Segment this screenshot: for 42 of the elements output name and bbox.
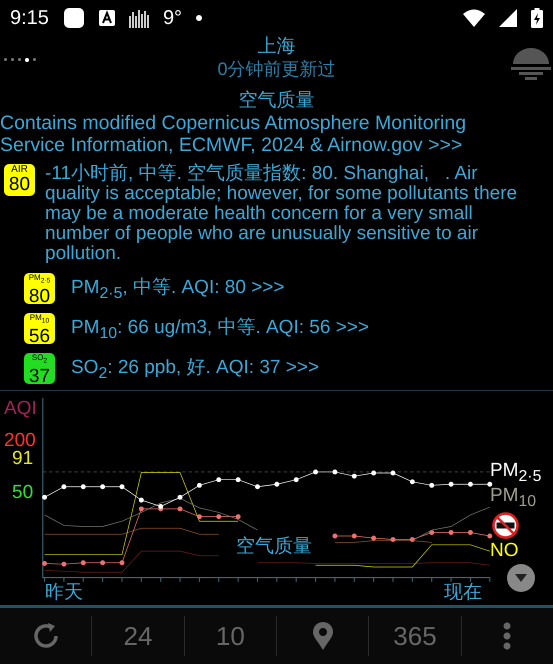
app-square-icon	[62, 7, 85, 29]
legend-label: PM$_{2·5}$	[490, 461, 542, 487]
axis-title: AQI	[4, 399, 37, 419]
attribution-link[interactable]: Contains modified Copernicus Atmosphere Monitoring Service Information, ECMWF, 2024 & Airnow.gov >>>	[0, 112, 535, 156]
no-ads-icon[interactable]	[492, 512, 519, 539]
aqi-badge: SO$_{2}$ 37	[24, 353, 55, 384]
bars-icon	[128, 8, 149, 28]
battery-icon	[531, 8, 543, 28]
axis-label: 现在	[444, 581, 482, 605]
dropdown-button[interactable]	[507, 564, 535, 592]
pollutant-link[interactable]: SO$_{2}$: 26 ppb, 好. AQI: 37 >>>	[71, 354, 320, 383]
clock: 9:15	[10, 6, 49, 30]
aqi-badge: PM$_{10}$ 56	[24, 313, 55, 344]
legend-label: NO	[490, 541, 518, 561]
city-name: 上海	[258, 36, 296, 58]
fog-sun-icon	[511, 46, 551, 80]
page-dot[interactable]	[18, 58, 21, 61]
more-icon	[503, 622, 512, 650]
page-dot[interactable]	[4, 58, 7, 61]
temperature: 9°	[162, 6, 182, 30]
caret-icon	[515, 574, 527, 582]
axis-label: 200	[4, 431, 36, 451]
axis-label: 昨天	[45, 581, 83, 605]
signal-icon	[499, 9, 517, 27]
page-dot[interactable]	[11, 58, 14, 61]
section-title: 空气质量	[238, 90, 316, 112]
page-dot[interactable]	[33, 58, 36, 61]
legend-label: PM$_{10}$	[490, 486, 536, 512]
pollutant-link[interactable]: PM$_{10}$: 66 ug/m3, 中等. AQI: 56 >>>	[71, 314, 369, 343]
wifi-icon	[463, 9, 485, 27]
font-icon	[98, 10, 115, 26]
aqi-badge: PM$_{2·5}$ 80	[24, 273, 55, 304]
pollutant-link[interactable]: PM$_{2·5}$, 中等. AQI: 80 >>>	[71, 274, 284, 303]
aqi-badge: AIR 80	[4, 164, 35, 196]
axis-label: 50	[12, 483, 34, 503]
dot-icon	[196, 15, 202, 21]
page-dot[interactable]	[25, 58, 29, 62]
pin-icon	[312, 622, 333, 650]
chart-title: 空气质量	[236, 535, 312, 559]
update-time: 0分钟前更新过	[217, 58, 336, 80]
summary-text: -11小时前, 中等. 空气质量指数: 80. Shanghai, . Air quality is acceptable; however, for some pollutants there may be a moderate health concern for a very small number of people who are unusually sensitive to air pollution.	[45, 164, 518, 264]
axis-label: 91	[12, 449, 34, 469]
